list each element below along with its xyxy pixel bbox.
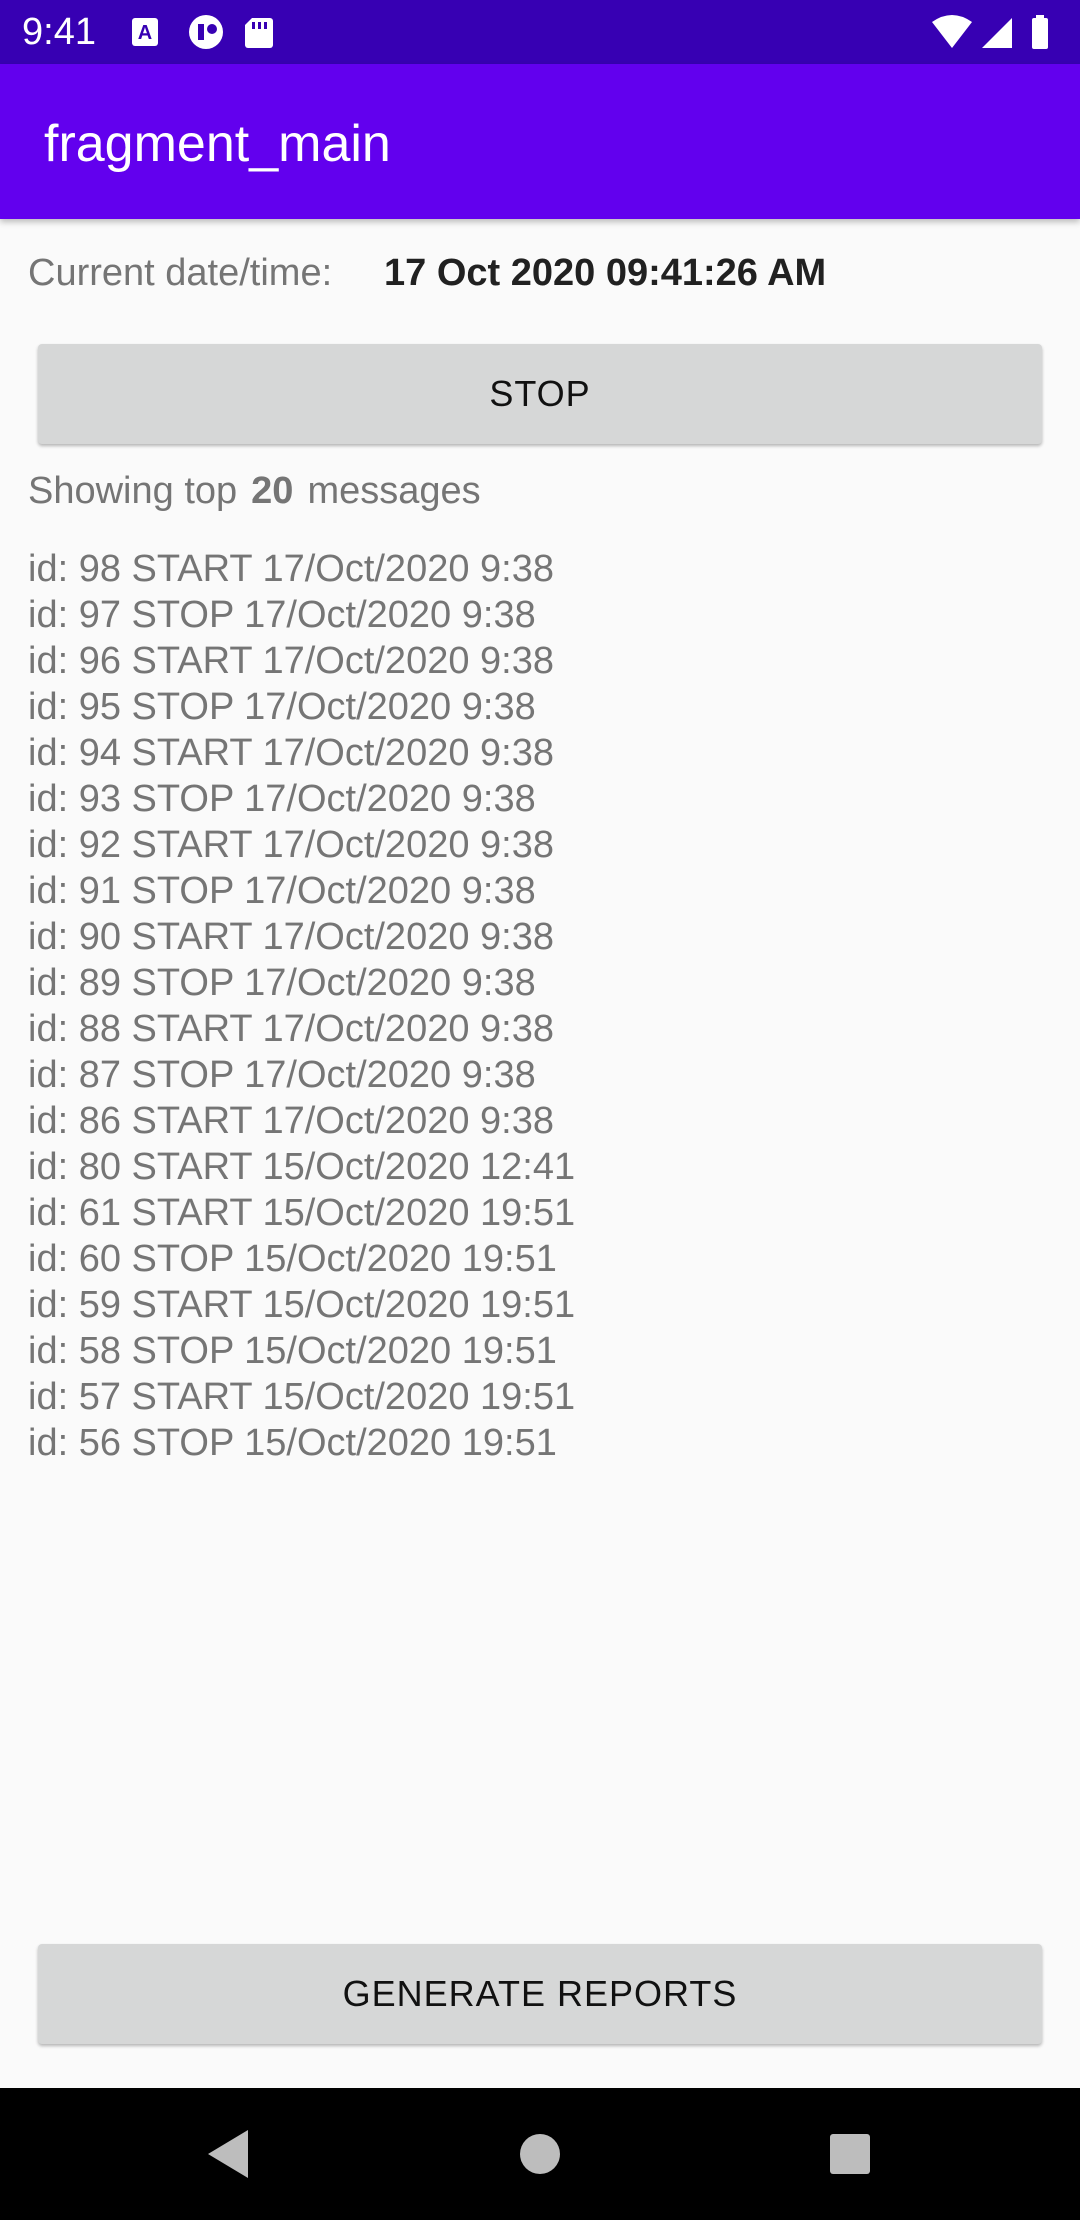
- status-time: 9:41: [22, 11, 96, 53]
- showing-count: 20: [251, 470, 294, 512]
- message-item: id: 89 STOP 17/Oct/2020 9:38: [28, 962, 536, 1004]
- message-item: id: 58 STOP 15/Oct/2020 19:51: [28, 1330, 557, 1372]
- status-notification-icons: A: [132, 15, 273, 49]
- wifi-icon: [932, 15, 972, 48]
- message-item: id: 87 STOP 17/Oct/2020 9:38: [28, 1054, 536, 1096]
- message-item: id: 59 START 15/Oct/2020 19:51: [28, 1284, 576, 1326]
- battery-icon: [1032, 15, 1048, 49]
- message-item: id: 92 START 17/Oct/2020 9:38: [28, 824, 554, 866]
- message-item: id: 94 START 17/Oct/2020 9:38: [28, 732, 554, 774]
- message-item: id: 60 STOP 15/Oct/2020 19:51: [28, 1238, 557, 1280]
- nav-back-button[interactable]: [188, 2114, 268, 2194]
- message-item: id: 95 STOP 17/Oct/2020 9:38: [28, 686, 536, 728]
- recents-icon: [830, 2134, 870, 2174]
- message-item: id: 86 START 17/Oct/2020 9:38: [28, 1100, 554, 1142]
- back-icon: [208, 2130, 248, 2178]
- a-notification-icon: A: [132, 18, 158, 46]
- circle-notification-icon: [189, 15, 223, 49]
- message-list: id: 98 START 17/Oct/2020 9:38 id: 97 STO…: [28, 546, 575, 1466]
- showing-summary: Showing top 20 messages: [28, 470, 481, 513]
- showing-suffix: messages: [307, 470, 481, 512]
- datetime-value: 17 Oct 2020 09:41:26 AM: [384, 252, 827, 294]
- navigation-bar: [0, 2088, 1080, 2220]
- signal-icon: [982, 18, 1012, 48]
- showing-prefix: Showing top: [28, 470, 238, 512]
- message-item: id: 61 START 15/Oct/2020 19:51: [28, 1192, 576, 1234]
- app-title: fragment_main: [44, 115, 391, 173]
- message-item: id: 80 START 15/Oct/2020 12:41: [28, 1146, 576, 1188]
- home-icon: [520, 2134, 560, 2174]
- message-item: id: 90 START 17/Oct/2020 9:38: [28, 916, 554, 958]
- stop-button[interactable]: STOP: [38, 344, 1042, 444]
- datetime-label: Current date/time:: [28, 252, 333, 294]
- message-item: id: 88 START 17/Oct/2020 9:38: [28, 1008, 554, 1050]
- message-item: id: 91 STOP 17/Oct/2020 9:38: [28, 870, 536, 912]
- status-bar: 9:41 A: [0, 0, 1080, 64]
- generate-reports-button[interactable]: GENERATE REPORTS: [38, 1944, 1042, 2044]
- message-item: id: 56 STOP 15/Oct/2020 19:51: [28, 1422, 557, 1464]
- nav-recents-button[interactable]: [810, 2114, 890, 2194]
- app-bar: fragment_main: [0, 64, 1080, 219]
- message-item: id: 57 START 15/Oct/2020 19:51: [28, 1376, 576, 1418]
- message-item: id: 98 START 17/Oct/2020 9:38: [28, 548, 554, 590]
- message-item: id: 97 STOP 17/Oct/2020 9:38: [28, 594, 536, 636]
- svg-text:A: A: [138, 22, 152, 44]
- message-item: id: 93 STOP 17/Oct/2020 9:38: [28, 778, 536, 820]
- nav-home-button[interactable]: [500, 2114, 580, 2194]
- sd-card-icon: [245, 18, 273, 48]
- message-item: id: 96 START 17/Oct/2020 9:38: [28, 640, 554, 682]
- screen: 9:41 A fragment_main Current date/time: …: [0, 0, 1080, 2220]
- status-system-icons: [932, 15, 1048, 49]
